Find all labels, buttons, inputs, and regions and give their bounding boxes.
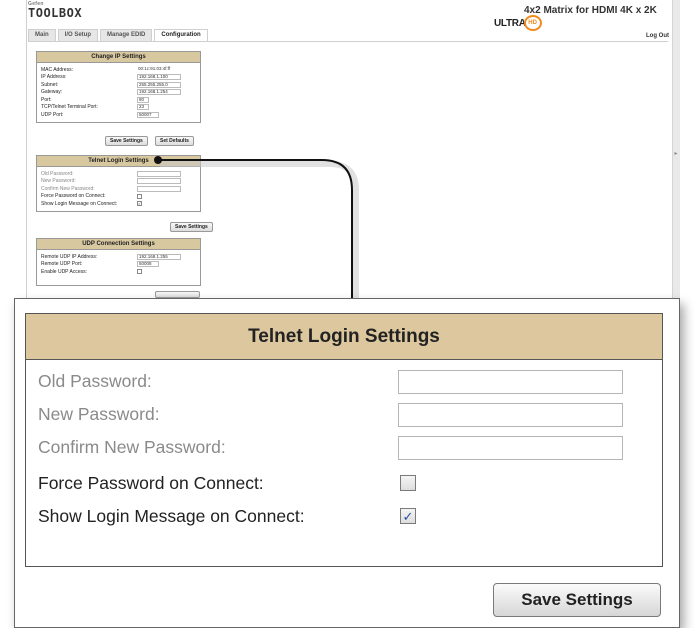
brand-logo: Gefen TOOLBOX [28,1,88,25]
old-password-label: Old Password: [38,371,152,391]
ip-settings-title: Change IP Settings [37,52,200,63]
remote-udp-port-label: Remote UDP Port: [41,261,83,267]
mini-old-password-input[interactable] [137,170,181,177]
force-password-row: Force Password on Connect: [38,471,648,495]
ip-row-gateway: Gateway: 192.168.1.254 [41,89,196,96]
ip-row-subnet: Subnet: 255.255.255.0 [41,81,196,88]
force-password-checkbox[interactable] [400,475,416,491]
port-input[interactable]: 80 [137,96,149,103]
mini-new-password-label: New Password: [41,178,76,184]
telnet-port-label: TCP/Telnet Terminal Port: [41,104,98,110]
telnet-mini-old-row: Old Password: [41,170,196,177]
remote-udp-ip-label: Remote UDP IP Address: [41,253,98,260]
udp-settings-panel: UDP Connection Settings Remote UDP IP Ad… [36,238,201,286]
new-password-label: New Password: [38,404,160,424]
udp-port-label: UDP Port: [41,111,64,118]
telnet-mini-confirm-row: Confirm New Password: [41,185,196,192]
ultra-hd-logo: ULTRA HD [494,15,542,31]
udp-port-input[interactable]: 50007 [137,111,159,118]
ip-row-port: Port: 80 [41,96,196,103]
ip-save-settings-button[interactable]: Save Settings [105,136,148,146]
confirm-password-input[interactable] [398,435,623,460]
show-message-checkbox[interactable]: ✓ [400,508,416,524]
new-password-row: New Password: [38,402,648,427]
tab-configuration[interactable]: Configuration [154,29,208,41]
logout-link[interactable]: Log Out [646,33,669,39]
ip-settings-panel: Change IP Settings MAC Address: 00:1c:91… [36,51,201,123]
udp-ip-row: Remote UDP IP Address: 192.168.1.255 [41,253,196,260]
telnet-mini-new-row: New Password: [41,178,196,185]
product-title: 4x2 Matrix for HDMI 4K x 2K [524,5,657,16]
telnet-port-input[interactable]: 23 [137,104,149,110]
set-defaults-button[interactable]: Set Defaults [155,136,194,146]
ip-row-udp-port: UDP Port: 50007 [41,111,196,118]
ip-row-telnet-port: TCP/Telnet Terminal Port: 23 [41,104,196,111]
logo-ultra-text: ULTRA [494,17,526,29]
ip-row-mac: MAC Address: 00:1c:91:03:4f:ff [41,66,196,73]
main-tabs: Main I/O Setup Manage EDID Configuration [28,29,208,41]
subnet-label: Subnet: [41,81,59,88]
telnet-mini-force-row: Force Password on Connect: [41,193,196,200]
udp-enable-row: Enable UDP Access: [41,268,196,275]
remote-udp-port-input[interactable]: 50008 [137,261,159,267]
mini-show-message-label: Show Login Message on Connect: [41,200,118,207]
confirm-password-label: Confirm New Password: [38,437,226,457]
udp-settings-title: UDP Connection Settings [37,239,200,250]
gateway-input[interactable]: 192.168.1.254 [137,89,181,95]
remote-udp-ip-input[interactable]: 192.168.1.255 [137,253,181,260]
logo-hd-text: HD [523,15,542,31]
mini-force-password-label: Force Password on Connect: [41,193,106,199]
brand-name: TOOLBOX [28,6,83,20]
mini-confirm-password-label: Confirm New Password: [41,185,95,192]
tab-divider [28,41,668,42]
telnet-login-panel: Telnet Login Settings Old Password: New … [25,313,663,567]
old-password-row: Old Password: [38,369,648,394]
telnet-mini-show-row: Show Login Message on Connect: ✓ [41,200,196,207]
mini-confirm-password-input[interactable] [137,185,181,192]
tab-manage-edid[interactable]: Manage EDID [100,29,153,41]
enable-udp-label: Enable UDP Access: [41,268,88,275]
save-settings-button[interactable]: Save Settings [493,583,661,617]
mac-address-value: 00:1c:91:03:4f:ff [137,66,181,73]
telnet-login-title: Telnet Login Settings [26,314,662,360]
show-message-row: Show Login Message on Connect: ✓ [38,504,648,528]
old-password-input[interactable] [398,369,623,394]
scrollbar-arrow-icon[interactable]: ▸ [673,150,679,158]
tab-main[interactable]: Main [28,29,56,41]
telnet-mini-title: Telnet Login Settings [37,156,200,167]
mini-old-password-label: Old Password: [41,170,74,177]
subnet-input[interactable]: 255.255.255.0 [137,81,181,88]
telnet-mini-panel: Telnet Login Settings Old Password: New … [36,155,201,212]
mini-telnet-save-button[interactable]: Save Settings [170,222,213,232]
enable-udp-checkbox[interactable] [137,269,142,274]
mac-address-label: MAC Address: [41,66,73,73]
udp-port-row: Remote UDP Port: 50008 [41,261,196,268]
mini-new-password-input[interactable] [137,178,181,184]
udp-save-button-partial[interactable] [155,291,200,298]
mini-force-password-checkbox[interactable] [137,193,142,199]
ip-address-label: IP Address: [41,74,67,80]
mini-show-message-checkbox[interactable]: ✓ [137,201,142,206]
gateway-label: Gateway: [41,89,63,95]
tab-io-setup[interactable]: I/O Setup [57,29,99,41]
ip-address-input[interactable]: 192.168.1.100 [137,74,181,80]
force-password-label: Force Password on Connect: [38,472,264,493]
port-label: Port: [41,96,52,103]
confirm-password-row: Confirm New Password: [38,435,648,460]
new-password-input[interactable] [398,402,623,427]
show-message-label: Show Login Message on Connect: [38,505,305,526]
ip-row-ip: IP Address: 192.168.1.100 [41,74,196,81]
